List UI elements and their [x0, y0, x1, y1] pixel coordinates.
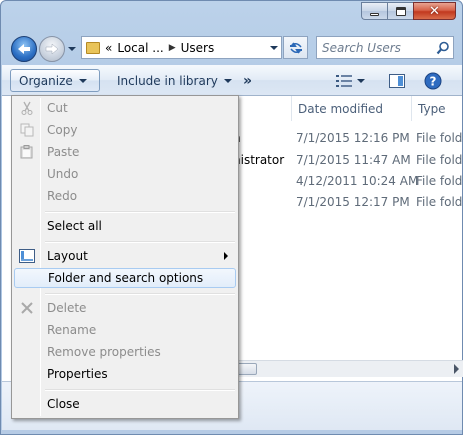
menu-label-paste: Paste: [47, 145, 80, 159]
search-input[interactable]: Search Users: [316, 36, 454, 59]
menu-label-delete: Delete: [47, 301, 87, 315]
chevron-down-icon: [78, 78, 87, 83]
breadcrumb-users[interactable]: Users: [181, 41, 215, 55]
date-modified-label: Date modified: [298, 101, 384, 116]
organize-label: Organize: [19, 73, 73, 88]
menu-item-delete[interactable]: Delete: [14, 298, 236, 318]
include-label: Include in library: [117, 73, 218, 88]
menu-label-rename: Rename: [47, 323, 97, 337]
help-glyph: ?: [430, 75, 437, 89]
breadcrumb-separator-icon[interactable]: ▶: [169, 43, 176, 53]
chevron-down-icon: [223, 78, 232, 83]
menu-item-cut[interactable]: Cut: [14, 98, 236, 118]
chevron-down-icon: [270, 45, 278, 50]
row-name-fragment[interactable]: nistrator: [233, 153, 284, 167]
row-type: File fold: [416, 195, 463, 209]
scroll-right-icon[interactable]: [454, 364, 459, 374]
menu-label-remove-properties: Remove properties: [47, 345, 161, 359]
search-placeholder: Search Users: [322, 40, 401, 55]
scissors-icon: [19, 100, 35, 116]
command-bar: Organize Include in library » ?: [2, 65, 462, 96]
refresh-button[interactable]: [283, 36, 308, 59]
row-type: File fold: [416, 174, 463, 188]
menu-item-folder-options[interactable]: Folder and search options: [14, 268, 236, 288]
address-bar[interactable]: « Local ... ▶ Users: [81, 36, 282, 59]
horizontal-scrollbar[interactable]: [234, 360, 463, 377]
menu-item-close[interactable]: Close: [14, 394, 236, 414]
change-view-button[interactable]: [332, 71, 368, 91]
more-commands-button[interactable]: »: [235, 69, 260, 92]
breadcrumb-local[interactable]: Local ...: [117, 41, 163, 55]
menu-label-close: Close: [47, 397, 80, 411]
caption-buttons: ✕: [361, 2, 456, 20]
menu-item-select-all[interactable]: Select all: [14, 216, 236, 236]
type-label: Type: [418, 101, 446, 116]
menu-item-paste[interactable]: Paste: [14, 142, 236, 162]
menu-item-layout[interactable]: Layout: [14, 246, 236, 266]
copy-icon: [19, 122, 35, 138]
menu-label-copy: Copy: [47, 123, 78, 137]
menu-item-properties[interactable]: Properties: [14, 364, 236, 384]
submenu-arrow-icon: [224, 252, 228, 260]
layout-icon: [19, 248, 35, 264]
forward-arrow-icon: [45, 43, 59, 55]
column-header-date-modified[interactable]: Date modified: [291, 96, 411, 121]
menu-label-layout: Layout: [47, 249, 88, 263]
menu-separator: [45, 389, 235, 391]
address-dropdown[interactable]: [267, 37, 281, 58]
row-date: 7/1/2015 12:16 PM: [296, 131, 410, 145]
row-date: 4/12/2011 10:24 AM: [296, 174, 419, 188]
organize-button[interactable]: Organize: [10, 69, 100, 92]
back-arrow-icon: [18, 44, 30, 54]
explorer-window: ✕ « Local ... ▶ Users Search Users Organ…: [0, 0, 463, 435]
menu-separator: [45, 241, 235, 243]
help-icon: ?: [424, 72, 442, 90]
menu-label-cut: Cut: [47, 101, 68, 115]
back-button[interactable]: [11, 36, 37, 62]
close-icon: ✕: [429, 3, 440, 19]
more-label: »: [243, 72, 253, 89]
menu-label-folder-options: Folder and search options: [48, 271, 204, 285]
column-header-type[interactable]: Type: [411, 96, 462, 121]
organize-menu: Cut Copy Paste Undo Redo Select all Layo…: [11, 95, 239, 419]
include-in-library-button[interactable]: Include in library: [109, 69, 240, 92]
preview-pane-button[interactable]: [387, 71, 407, 91]
maximize-button[interactable]: [387, 2, 413, 20]
menu-label-select-all: Select all: [47, 219, 102, 233]
minimize-icon: [370, 12, 379, 16]
recent-pages-dropdown[interactable]: [67, 43, 77, 55]
clipboard-icon: [19, 144, 35, 160]
folder-icon: [86, 41, 100, 54]
row-date: 7/1/2015 11:47 AM: [296, 153, 411, 167]
maximize-icon: [395, 6, 406, 16]
menu-label-redo: Redo: [47, 189, 78, 203]
menu-item-redo[interactable]: Redo: [14, 186, 236, 206]
menu-item-copy[interactable]: Copy: [14, 120, 236, 140]
minimize-button[interactable]: [361, 2, 387, 20]
search-icon[interactable]: [433, 38, 453, 58]
close-button[interactable]: ✕: [413, 2, 456, 20]
forward-button[interactable]: [39, 36, 65, 62]
row-type: File fold: [416, 131, 463, 145]
menu-item-rename[interactable]: Rename: [14, 320, 236, 340]
menu-item-undo[interactable]: Undo: [14, 164, 236, 184]
menu-label-undo: Undo: [47, 167, 79, 181]
chevron-down-icon: [356, 79, 365, 83]
preview-pane-icon: [389, 74, 405, 88]
breadcrumb-overflow[interactable]: «: [105, 41, 112, 55]
menu-separator: [45, 211, 235, 213]
menu-label-properties: Properties: [47, 367, 108, 381]
menu-item-remove-properties[interactable]: Remove properties: [14, 342, 236, 362]
views-icon: [335, 75, 352, 87]
row-type: File fold: [416, 153, 463, 167]
help-button[interactable]: ?: [423, 71, 443, 91]
chevron-down-icon: [68, 47, 76, 51]
delete-icon: [19, 300, 35, 316]
refresh-icon: [289, 41, 302, 54]
row-date: 7/1/2015 12:17 PM: [296, 195, 410, 209]
scrollbar-thumb[interactable]: [237, 363, 257, 375]
menu-separator: [45, 293, 235, 295]
